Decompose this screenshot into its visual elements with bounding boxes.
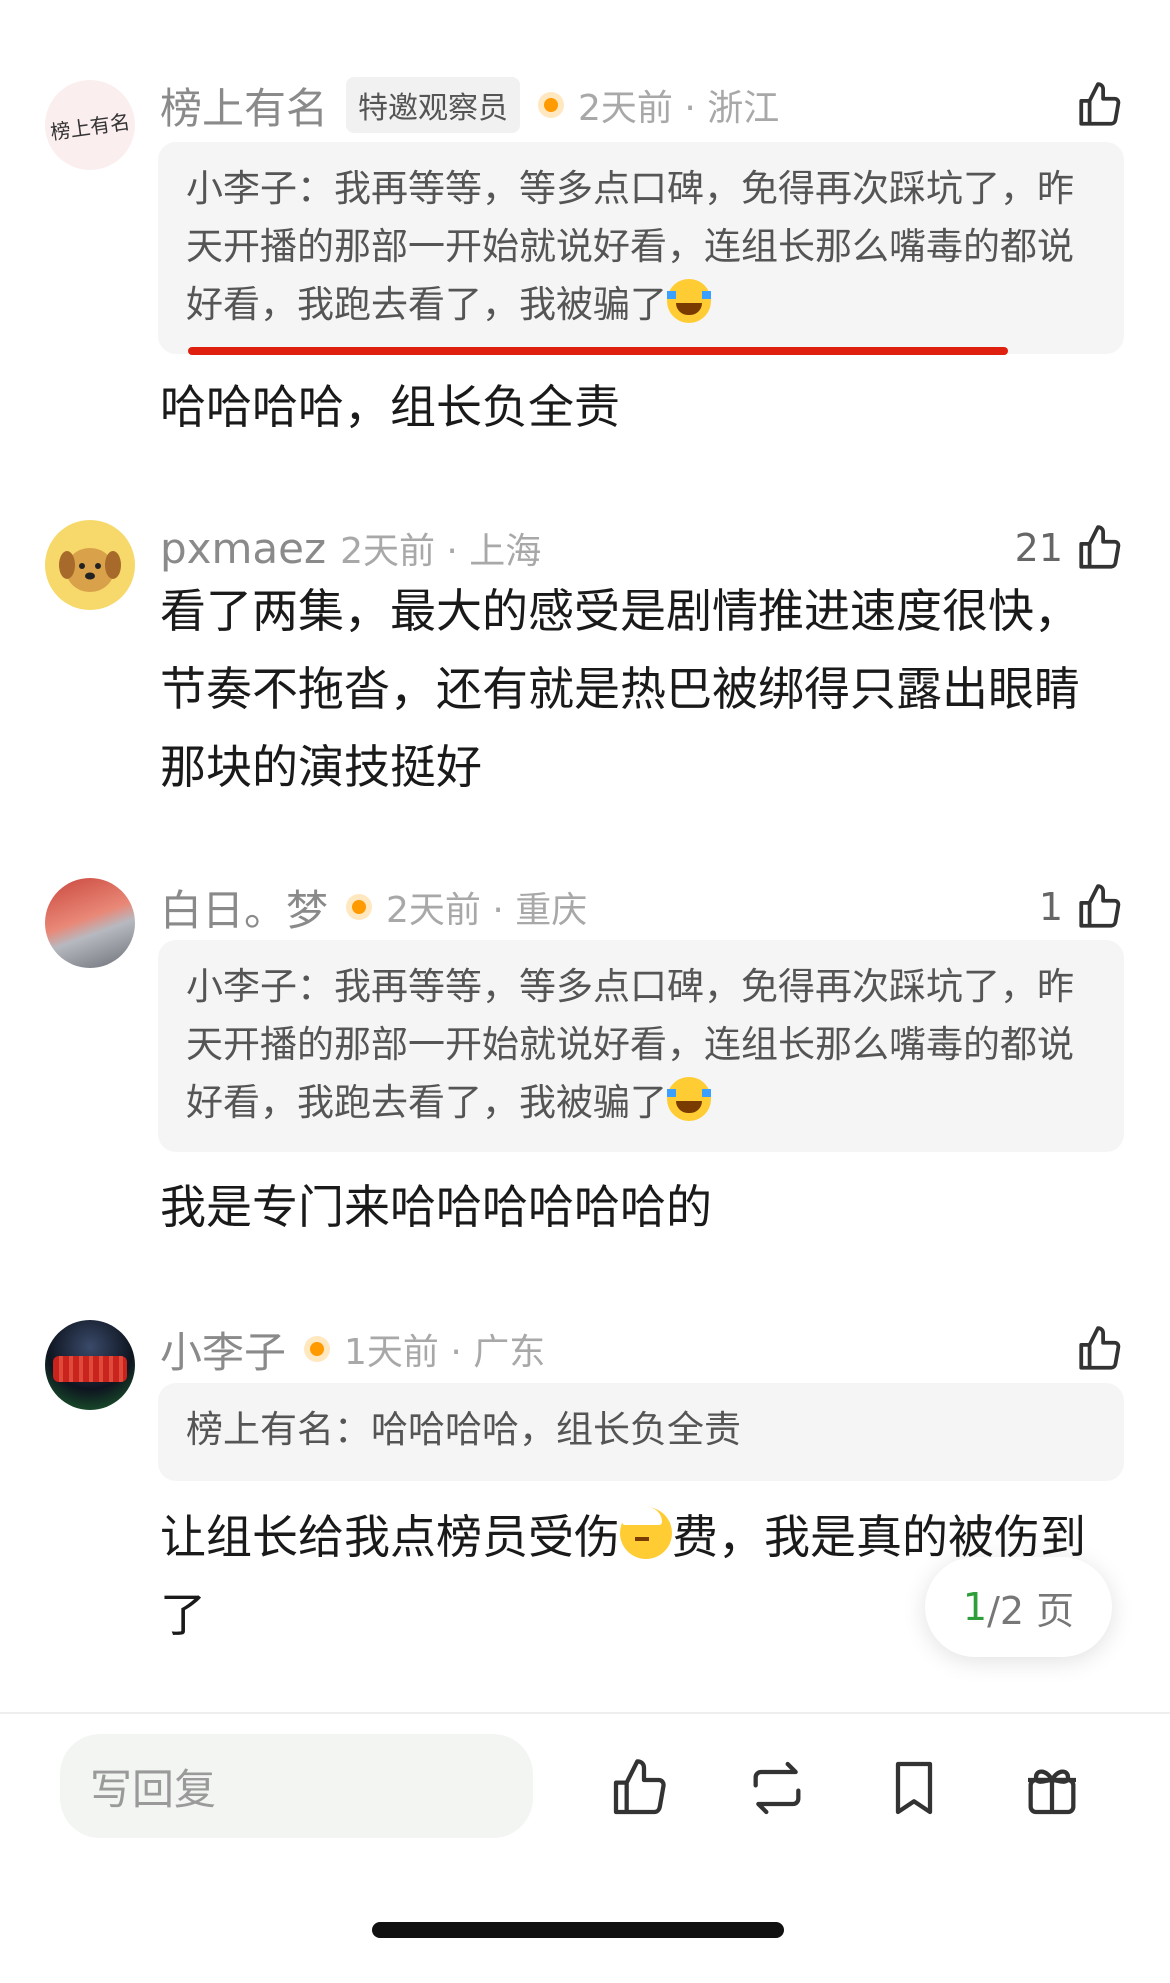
avatar[interactable] <box>45 520 135 610</box>
comment-text-part: 让组长给我点榜员受伤 <box>160 1510 620 1564</box>
quoted-comment[interactable]: 榜上有名：哈哈哈哈，组长负全责 <box>158 1383 1124 1481</box>
reply-input[interactable]: 写回复 <box>60 1734 533 1838</box>
bottom-divider <box>0 1712 1170 1714</box>
page-total: /2 页 <box>987 1588 1075 1633</box>
injured-emoji <box>620 1507 672 1559</box>
repost-icon[interactable] <box>745 1756 809 1820</box>
quoted-comment[interactable]: 小李子：我再等等，等多点口碑，免得再次踩坑了，昨天开播的那部一开始就说好看，连组… <box>158 940 1124 1152</box>
current-page: 1 <box>962 1585 988 1629</box>
username[interactable]: 小李子 <box>160 1319 286 1380</box>
level-dot-icon <box>346 894 373 920</box>
quoted-comment[interactable]: 小李子：我再等等，等多点口碑，免得再次踩坑了，昨天开播的那部一开始就说好看，连组… <box>158 142 1124 354</box>
comment-text: 我是专门来哈哈哈哈哈哈的 <box>160 1180 712 1234</box>
thumb-up-icon[interactable] <box>608 1756 672 1820</box>
like-count: 21 <box>1014 526 1063 570</box>
username[interactable]: pxmaez <box>160 524 326 573</box>
laugh-cry-emoji <box>667 1077 711 1121</box>
username[interactable]: 白日。梦 <box>160 877 328 938</box>
like-count: 1 <box>1038 885 1063 929</box>
level-dot-icon <box>304 1336 331 1362</box>
dog-avatar-icon <box>59 548 121 592</box>
avatar[interactable] <box>45 1320 135 1410</box>
comment-text: 看了两集，最大的感受是剧情推进速度很快，节奏不拖沓，还有就是热巴被绑得只露出眼睛… <box>160 584 1080 794</box>
page-indicator[interactable]: 1/2 页 <box>925 1557 1112 1657</box>
gift-icon[interactable] <box>1020 1756 1084 1820</box>
observer-badge: 特邀观察员 <box>346 77 521 133</box>
home-indicator <box>372 1922 784 1938</box>
avatar-logo-text: 榜上有名 <box>48 109 132 144</box>
laugh-cry-emoji <box>667 279 711 323</box>
like-button[interactable]: 1 <box>1039 877 1125 937</box>
avatar[interactable] <box>45 878 135 968</box>
level-dot-icon <box>538 92 565 118</box>
quote-text: 榜上有名：哈哈哈哈，组长负全责 <box>186 1408 741 1451</box>
username[interactable]: 榜上有名 <box>160 75 328 136</box>
thumb-up-icon <box>1079 884 1121 928</box>
red-highlight-underline <box>188 347 1008 355</box>
bookmark-icon[interactable] <box>882 1756 946 1820</box>
like-button[interactable]: 21 <box>1015 518 1125 578</box>
thumb-up-icon <box>1079 1326 1121 1370</box>
like-button[interactable] <box>1075 75 1125 135</box>
timestamp-location: 2天前 · 浙江 <box>578 88 780 129</box>
avatar[interactable]: 榜上有名 <box>45 80 135 170</box>
avatar-team-photo <box>53 1356 127 1382</box>
like-button[interactable] <box>1075 1319 1125 1379</box>
quote-text: 小李子：我再等等，等多点口碑，免得再次踩坑了，昨天开播的那部一开始就说好看，连组… <box>186 167 1074 326</box>
thumb-up-icon <box>1079 525 1121 569</box>
reply-placeholder: 写回复 <box>90 1764 217 1814</box>
timestamp-location: 2天前 · 重庆 <box>386 890 588 931</box>
timestamp-location: 1天前 · 广东 <box>344 1332 546 1373</box>
comment-text: 哈哈哈哈，组长负全责 <box>160 380 620 434</box>
thumb-up-icon <box>1079 82 1121 126</box>
quote-text: 小李子：我再等等，等多点口碑，免得再次踩坑了，昨天开播的那部一开始就说好看，连组… <box>186 965 1074 1124</box>
timestamp-location: 2天前 · 上海 <box>340 531 542 572</box>
